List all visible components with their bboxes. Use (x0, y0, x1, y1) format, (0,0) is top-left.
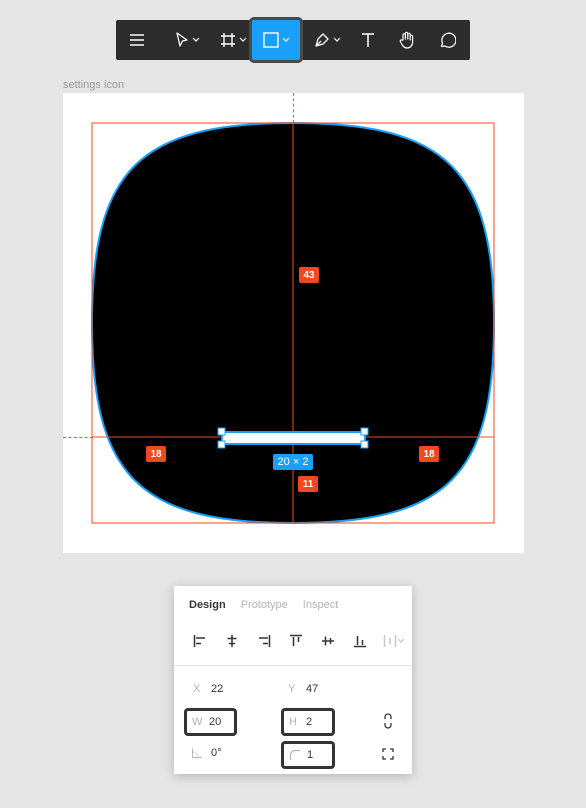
align-top-icon (289, 634, 302, 646)
independent-corners-button[interactable] (381, 747, 395, 761)
rotation-value[interactable]: 0° (211, 747, 222, 759)
constrain-proportions-button[interactable] (380, 713, 396, 729)
selection-size-badge: 20 × 2 (273, 454, 313, 470)
h-value[interactable]: 2 (306, 716, 312, 728)
selected-rectangle[interactable] (221, 431, 366, 445)
y-value[interactable]: 47 (306, 683, 318, 695)
alignment-toolbar (189, 632, 407, 650)
resize-handle-bottom-left[interactable] (217, 440, 226, 449)
w-field[interactable]: W 20 (184, 708, 237, 736)
x-field[interactable]: X 22 (193, 683, 223, 695)
y-label: Y (288, 683, 296, 695)
panel-tabs: Design Prototype Inspect (189, 599, 338, 611)
align-bottom-button[interactable] (349, 632, 370, 650)
measure-badge-left: 18 (146, 446, 166, 462)
distribute-spacing-icon (383, 635, 397, 647)
align-right-icon (258, 635, 270, 647)
x-label: X (193, 683, 201, 695)
resize-handle-top-right[interactable] (360, 427, 369, 436)
chevron-down-icon (397, 638, 405, 643)
tab-prototype[interactable]: Prototype (241, 599, 288, 611)
y-field[interactable]: Y 47 (288, 683, 318, 695)
resize-handle-top-left[interactable] (217, 427, 226, 436)
corner-radius-icon (289, 749, 300, 760)
panel-divider (174, 665, 412, 666)
link-chain-icon (384, 713, 392, 729)
align-bottom-icon (353, 636, 366, 648)
rotation-angle-icon (192, 748, 202, 758)
align-vertical-center-icon (321, 636, 334, 646)
corner-radius-value[interactable]: 1 (307, 749, 313, 761)
align-left-button[interactable] (189, 632, 210, 650)
align-left-icon (193, 635, 205, 647)
tab-inspect[interactable]: Inspect (303, 599, 338, 611)
measure-badge-top: 43 (299, 267, 319, 283)
rotation-field[interactable]: 0° (191, 747, 222, 759)
x-value[interactable]: 22 (211, 683, 223, 695)
align-vertical-center-button[interactable] (317, 632, 338, 650)
w-value[interactable]: 20 (209, 716, 221, 728)
properties-panel: Design Prototype Inspect X 22 Y 47 W 20 … (174, 586, 412, 774)
independent-corners-icon (382, 748, 394, 760)
measure-badge-bottom: 11 (298, 476, 318, 492)
h-field[interactable]: H 2 (281, 708, 335, 736)
align-right-button[interactable] (253, 632, 274, 650)
measure-badge-right: 18 (419, 446, 439, 462)
align-top-button[interactable] (285, 632, 306, 650)
w-label: W (192, 716, 203, 728)
distribute-button[interactable] (381, 632, 407, 650)
align-horizontal-center-button[interactable] (221, 632, 242, 650)
resize-handle-bottom-right[interactable] (360, 440, 369, 449)
align-horizontal-center-icon (227, 635, 236, 647)
corner-radius-field[interactable]: 1 (281, 741, 335, 769)
tab-design[interactable]: Design (189, 599, 226, 611)
h-label: H (289, 716, 297, 728)
